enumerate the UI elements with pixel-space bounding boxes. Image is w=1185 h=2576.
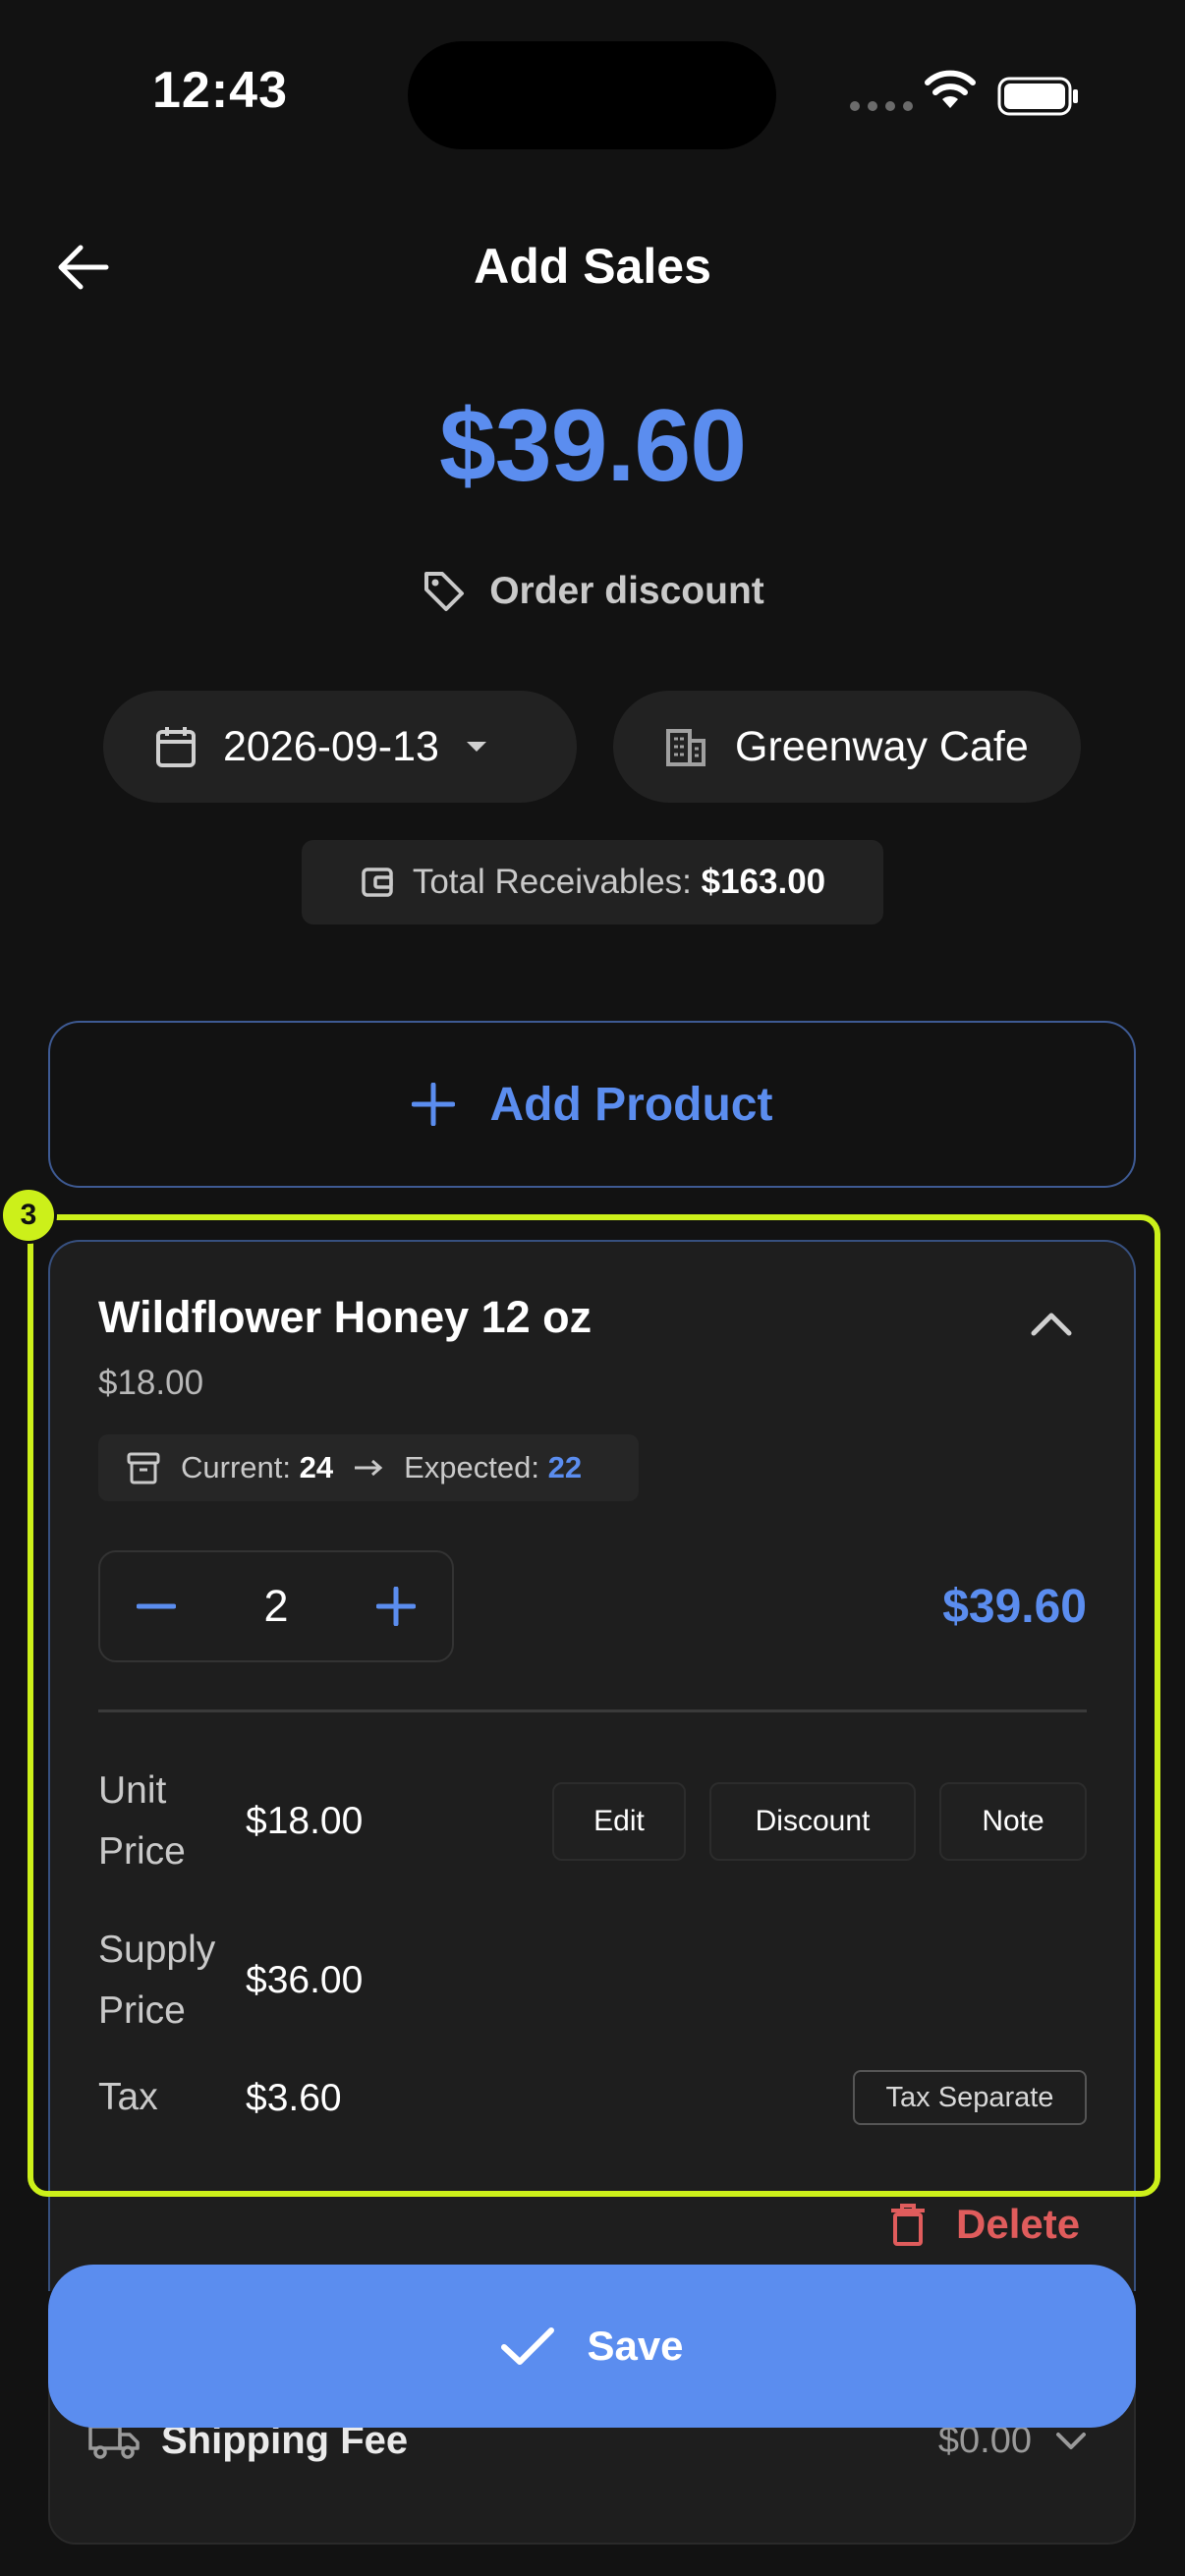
sales-total: $39.60 <box>438 389 747 503</box>
total-receivables: Total Receivables: $163.00 <box>302 840 883 924</box>
truck-icon <box>88 2424 140 2459</box>
delete-label: Delete <box>956 2201 1081 2247</box>
page-title: Add Sales <box>474 239 711 294</box>
save-label: Save <box>587 2323 684 2369</box>
receivables-label: Total Receivables: <box>412 863 692 901</box>
customer-name: Greenway Cafe <box>735 722 1029 770</box>
highlight-number: 3 <box>0 1187 57 1244</box>
add-product-label: Add Product <box>489 1078 773 1131</box>
save-button[interactable]: Save <box>48 2265 1136 2428</box>
order-discount-label: Order discount <box>489 570 764 612</box>
date-picker[interactable]: 2026-09-13 <box>103 691 577 803</box>
receivables-value: $163.00 <box>701 863 826 901</box>
highlight-box <box>28 1214 1160 2197</box>
cellular-signal-icon <box>850 101 913 111</box>
date-value: 2026-09-13 <box>223 722 439 770</box>
battery-icon <box>997 75 1080 118</box>
customer-selector[interactable]: Greenway Cafe <box>613 691 1081 803</box>
calendar-icon <box>156 727 196 767</box>
tag-icon <box>424 572 465 611</box>
status-time: 12:43 <box>152 62 288 119</box>
caret-down-icon <box>466 742 486 752</box>
trash-icon <box>891 2204 925 2246</box>
add-product-button[interactable]: Add Product <box>48 1021 1136 1188</box>
plus-icon <box>411 1083 455 1126</box>
check-icon <box>501 2327 555 2365</box>
delete-button[interactable]: Delete <box>889 2201 1080 2248</box>
chevron-down-icon <box>1056 2432 1086 2449</box>
order-discount-button[interactable]: Order discount <box>0 568 1185 615</box>
building-icon <box>666 729 705 766</box>
wifi-icon <box>924 69 977 110</box>
dynamic-island <box>408 41 776 149</box>
wallet-icon <box>362 868 393 897</box>
